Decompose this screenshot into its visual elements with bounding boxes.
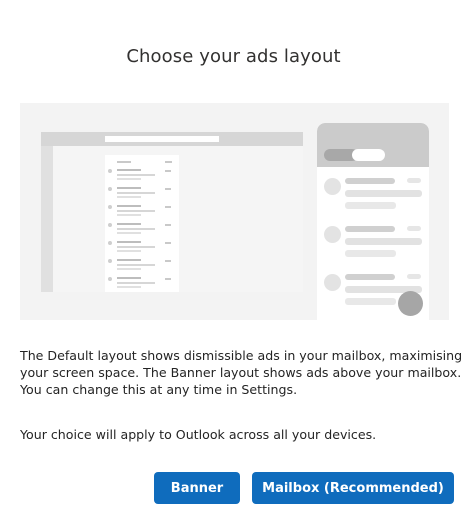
mockup-line [117, 174, 155, 176]
mockup-message-row [105, 203, 179, 221]
mockup-line [345, 238, 422, 245]
mockup-line [117, 264, 155, 266]
mockup-line [117, 246, 155, 248]
mockup-message-row [105, 167, 179, 185]
mockup-line [117, 228, 155, 230]
mockup-avatar-dot [108, 169, 112, 173]
mockup-line [345, 274, 395, 280]
mockup-message-row [105, 275, 179, 293]
mobile-avatar [324, 274, 341, 291]
mockup-avatar-dot [108, 259, 112, 263]
mockup-list-header-tag [165, 161, 172, 163]
description-line: your screen space. The Banner layout sho… [20, 365, 462, 380]
mockup-avatar-dot [108, 205, 112, 209]
mockup-tag [165, 224, 171, 226]
mockup-line [117, 250, 141, 252]
mockup-line [117, 192, 155, 194]
mockup-tag [165, 170, 171, 172]
mobile-message-row [317, 226, 429, 272]
dialog-description: The Default layout shows dismissible ads… [20, 347, 463, 398]
mobile-toggle-pill [352, 149, 385, 161]
mockup-line [117, 268, 141, 270]
mockup-tag [407, 226, 421, 231]
description-line: The Default layout shows dismissible ads… [20, 348, 463, 363]
mockup-line [117, 210, 155, 212]
mobile-banner-area [317, 123, 429, 167]
mockup-tag [407, 274, 421, 279]
mockup-line [345, 178, 395, 184]
dialog-title: Choose your ads layout [126, 46, 341, 67]
mockup-tag [407, 178, 421, 183]
mockup-line [117, 187, 141, 189]
mockup-tag [165, 242, 171, 244]
mockup-line [117, 196, 141, 198]
dialog-note: Your choice will apply to Outlook across… [20, 427, 377, 442]
mockup-list-header [117, 161, 131, 163]
mockup-avatar-dot [108, 277, 112, 281]
mockup-line [117, 259, 141, 261]
mockup-line [117, 205, 141, 207]
mockup-message-list [105, 155, 179, 292]
mockup-line [117, 286, 141, 288]
mockup-line [345, 202, 396, 209]
mockup-line [117, 282, 155, 284]
mockup-line [345, 250, 396, 257]
mockup-line [117, 178, 141, 180]
mockup-title-bar [41, 132, 303, 146]
mobile-mockup [317, 123, 429, 320]
mockup-tag [165, 260, 171, 262]
mobile-message-row [317, 178, 429, 224]
mockup-tag [165, 188, 171, 190]
mobile-avatar [324, 178, 341, 195]
mockup-message-row [105, 221, 179, 239]
mockup-line [117, 169, 141, 171]
mockup-line [117, 277, 141, 279]
mockup-sidebar [41, 146, 53, 292]
mockup-line [345, 190, 422, 197]
mockup-line [117, 214, 141, 216]
desktop-mockup [41, 132, 303, 292]
mailbox-recommended-button[interactable]: Mailbox (Recommended) [252, 472, 454, 504]
mockup-line [117, 223, 141, 225]
mockup-line [117, 232, 141, 234]
description-line: You can change this at any time in Setti… [20, 382, 298, 397]
mockup-avatar-dot [108, 187, 112, 191]
mockup-tag [165, 278, 171, 280]
layout-illustration [20, 103, 449, 320]
mockup-message-row [105, 185, 179, 203]
mockup-address-bar [105, 136, 219, 142]
mockup-message-row [105, 239, 179, 257]
mockup-line [345, 298, 396, 305]
banner-button[interactable]: Banner [154, 472, 240, 504]
mockup-line [117, 241, 141, 243]
compose-fab-icon [398, 291, 423, 316]
mockup-tag [165, 206, 171, 208]
mobile-avatar [324, 226, 341, 243]
mockup-message-row [105, 257, 179, 275]
mockup-line [345, 226, 395, 232]
mockup-avatar-dot [108, 223, 112, 227]
mockup-avatar-dot [108, 241, 112, 245]
